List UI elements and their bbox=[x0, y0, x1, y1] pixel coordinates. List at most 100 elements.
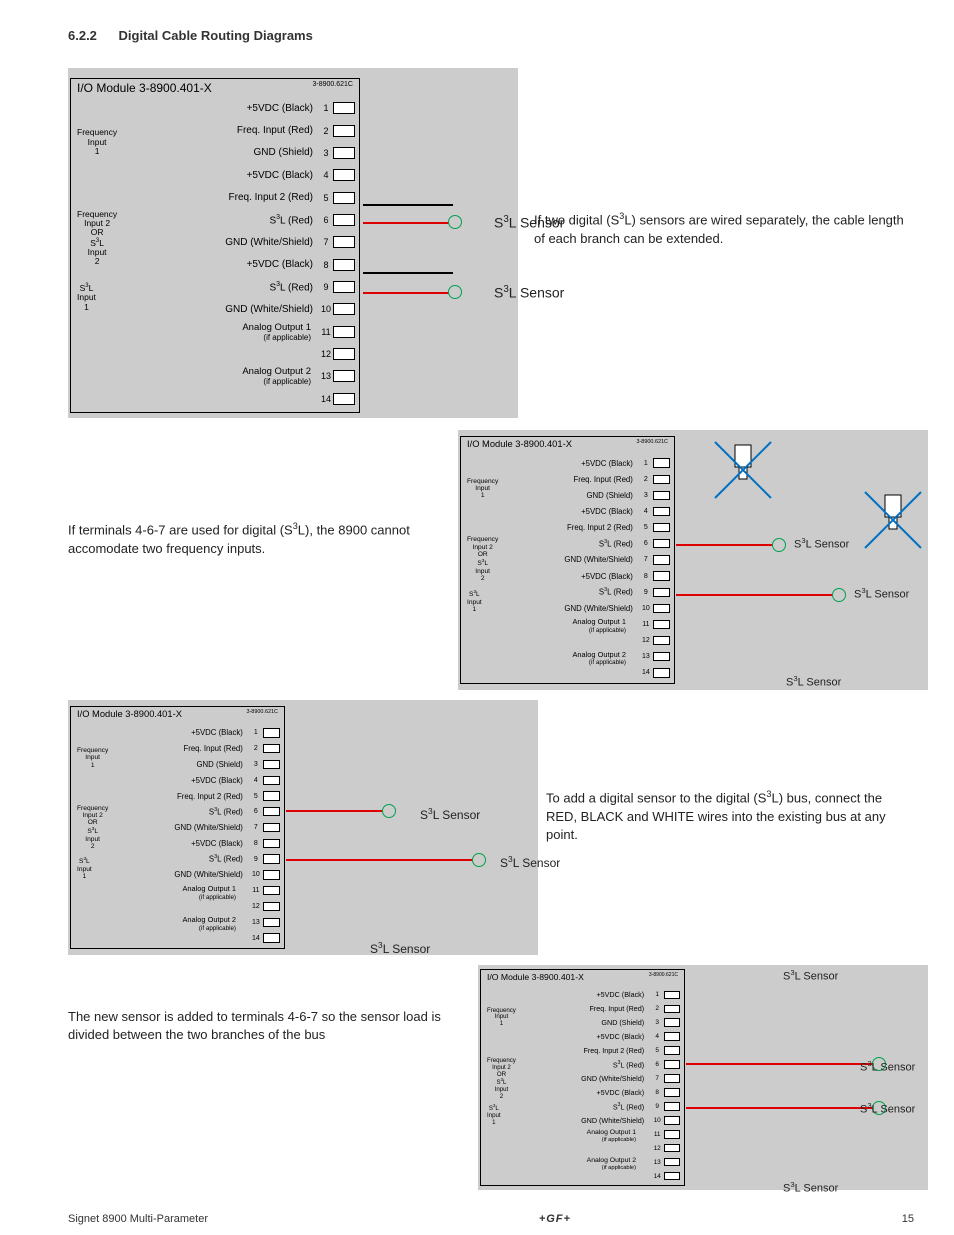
terminal-label: +5VDC (Black) bbox=[596, 990, 650, 999]
terminal-block bbox=[333, 326, 355, 338]
terminal-row: 14 bbox=[481, 1169, 684, 1183]
terminal-number: 13 bbox=[249, 919, 263, 926]
terminal-number: 12 bbox=[639, 637, 653, 644]
terminal-number: 9 bbox=[249, 856, 263, 863]
terminal-block bbox=[263, 870, 280, 879]
sensor-node bbox=[382, 804, 396, 818]
terminal-number: 3 bbox=[249, 761, 263, 768]
terminal-block bbox=[653, 491, 670, 500]
terminal-row: 11 bbox=[71, 883, 284, 899]
terminal-block bbox=[263, 886, 280, 895]
terminal-row: 13 bbox=[71, 365, 359, 387]
terminal-label: +5VDC (Black) bbox=[596, 1088, 650, 1097]
terminal-number: 1 bbox=[639, 460, 653, 467]
terminal-row: 11 bbox=[481, 1127, 684, 1141]
sensor-label: S3L Sensor bbox=[794, 536, 849, 551]
terminal-row: +5VDC (Black)4 bbox=[71, 164, 359, 186]
terminal-number: 4 bbox=[639, 508, 653, 515]
terminal-number: 1 bbox=[650, 991, 664, 998]
input-group-label: S3LInput1 bbox=[467, 589, 482, 613]
annotation-1: If two digital (S3L) sensors are wired s… bbox=[534, 210, 904, 248]
terminal-label: +5VDC (Black) bbox=[247, 103, 319, 114]
sensor-label: S3L Sensor bbox=[370, 940, 430, 956]
terminal-block bbox=[653, 668, 670, 677]
terminal-block bbox=[263, 728, 280, 737]
terminal-label: S3L (Red) bbox=[613, 1060, 650, 1069]
terminal-number: 13 bbox=[319, 371, 333, 381]
input-group-label: FrequencyInput1 bbox=[467, 478, 498, 500]
terminal-label: Freq. Input 2 (Red) bbox=[583, 1046, 650, 1055]
input-group-label: FrequencyInput1 bbox=[487, 1008, 516, 1028]
terminal-block bbox=[664, 1144, 680, 1153]
terminal-block bbox=[653, 620, 670, 629]
analog-output-label: Analog Output 2(if applicable) bbox=[182, 916, 236, 932]
terminal-label: S3L (Red) bbox=[209, 854, 249, 864]
terminal-number: 14 bbox=[639, 669, 653, 676]
terminal-block bbox=[333, 125, 355, 137]
terminal-label: S3L (Red) bbox=[599, 587, 639, 597]
terminal-number: 4 bbox=[650, 1033, 664, 1040]
terminal-number: 7 bbox=[650, 1075, 664, 1082]
terminal-block bbox=[664, 1018, 680, 1027]
module-partno: 3-8900.621C bbox=[636, 439, 668, 445]
analog-output-label: Analog Output 2(if applicable) bbox=[572, 651, 626, 667]
sensor-label: S3L Sensor bbox=[860, 1101, 915, 1116]
terminal-block bbox=[653, 507, 670, 516]
input-group-label: S3LInput1 bbox=[487, 1104, 501, 1126]
terminal-block bbox=[263, 744, 280, 753]
terminal-label: Freq. Input 2 (Red) bbox=[177, 792, 249, 801]
terminal-block bbox=[664, 1088, 680, 1097]
terminal-block bbox=[664, 1172, 680, 1181]
terminal-row: 14 bbox=[461, 665, 674, 681]
terminal-block bbox=[653, 636, 670, 645]
terminal-number: 14 bbox=[249, 935, 263, 942]
wire-red bbox=[676, 594, 836, 596]
terminal-label: S3L (Red) bbox=[613, 1102, 650, 1111]
terminal-number: 10 bbox=[639, 605, 653, 612]
terminal-block bbox=[653, 539, 670, 548]
module-title: I/O Module 3-8900.401-X bbox=[467, 439, 572, 449]
analog-output-label: Analog Output 1(if applicable) bbox=[182, 885, 236, 901]
terminal-block bbox=[664, 1046, 680, 1055]
terminal-label: +5VDC (Black) bbox=[191, 839, 249, 848]
terminal-label: +5VDC (Black) bbox=[581, 572, 639, 581]
terminal-row: S3L (Red)9 bbox=[71, 276, 359, 298]
terminal-block bbox=[263, 854, 280, 863]
terminal-row: 11 bbox=[461, 616, 674, 632]
terminal-label: GND (White/Shield) bbox=[174, 823, 248, 832]
terminal-label: S3L (Red) bbox=[209, 807, 249, 817]
terminal-number: 7 bbox=[639, 556, 653, 563]
terminal-row: S3L (Red)9 bbox=[71, 851, 284, 867]
terminal-row: GND (White/Shield)10 bbox=[71, 867, 284, 883]
sensor-label: S3L Sensor bbox=[783, 968, 838, 983]
module-title: I/O Module 3-8900.401-X bbox=[77, 709, 182, 719]
diagram-2: I/O Module 3-8900.401-X 3-8900.621C +5VDC … bbox=[458, 430, 928, 690]
terminal-block bbox=[333, 236, 355, 248]
terminal-number: 8 bbox=[319, 260, 333, 270]
terminal-label: +5VDC (Black) bbox=[247, 170, 319, 181]
terminal-block bbox=[664, 1005, 680, 1014]
sensor-label: S3L Sensor bbox=[854, 586, 909, 601]
sensor-label: S3L Sensor bbox=[860, 1059, 915, 1074]
terminal-number: 8 bbox=[639, 573, 653, 580]
terminal-block bbox=[664, 1158, 680, 1167]
terminal-block bbox=[263, 760, 280, 769]
terminal-number: 5 bbox=[639, 524, 653, 531]
terminal-number: 9 bbox=[639, 589, 653, 596]
analog-output-label: Analog Output 1(if applicable) bbox=[572, 618, 626, 634]
terminal-block bbox=[263, 791, 280, 800]
terminal-label: Freq. Input 2 (Red) bbox=[567, 523, 639, 532]
terminal-number: 12 bbox=[249, 903, 263, 910]
terminal-block bbox=[653, 458, 670, 467]
terminal-number: 12 bbox=[650, 1145, 664, 1152]
terminal-row: 13 bbox=[461, 649, 674, 665]
terminal-block bbox=[333, 393, 355, 405]
terminal-number: 12 bbox=[319, 349, 333, 359]
terminal-row: 13 bbox=[71, 914, 284, 930]
sensor-node bbox=[772, 538, 786, 552]
terminal-number: 6 bbox=[650, 1061, 664, 1068]
annotation-3: To add a digital sensor to the digital (… bbox=[546, 788, 916, 844]
terminal-row: Freq. Input 2 (Red)5 bbox=[71, 186, 359, 208]
terminal-label: GND (White/Shield) bbox=[564, 604, 638, 613]
input-group-label: FrequencyInput 2ORS3LInput2 bbox=[77, 805, 108, 851]
